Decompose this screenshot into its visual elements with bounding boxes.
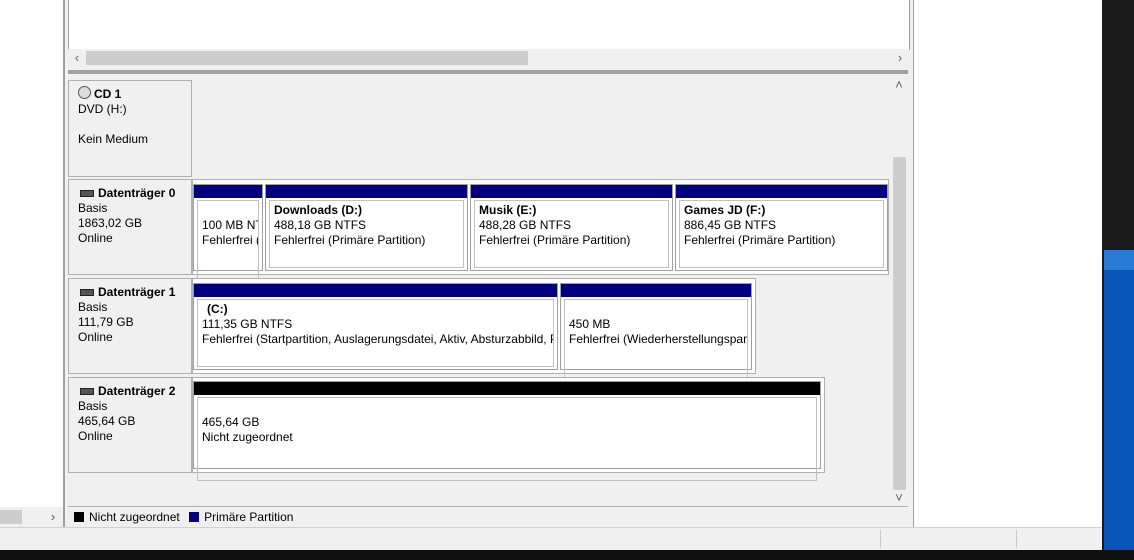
partition-unallocated[interactable]: 465,64 GB Nicht zugeordnet — [193, 381, 821, 481]
legend-label: Nicht zugeordnet — [89, 510, 180, 524]
status-bar — [0, 527, 1102, 551]
partition-type-bar — [676, 185, 887, 198]
legend: Nicht zugeordnet Primäre Partition — [68, 506, 908, 527]
chevron-up-icon[interactable]: ˄ — [892, 77, 906, 92]
partition-size: 100 MB NT — [202, 218, 259, 232]
chevron-right-icon[interactable]: › — [46, 508, 60, 526]
hscroll-thumb[interactable] — [86, 51, 528, 65]
cd-empty-area — [192, 80, 889, 177]
disk-status: Online — [78, 429, 113, 443]
disk-type: Basis — [78, 201, 108, 215]
partition-name: Games JD (F:) — [684, 203, 766, 217]
left-pane — [0, 0, 64, 527]
partition-downloads-d[interactable]: Downloads (D:) 488,18 GB NTFS Fehlerfrei… — [265, 184, 468, 271]
partition-status: Fehlerfrei (Primäre Partition) — [479, 233, 631, 247]
windows-logo-icon — [1104, 250, 1134, 270]
disk-title: Datenträger 0 — [98, 186, 176, 200]
partition-type-bar — [266, 185, 467, 198]
disk-label-1[interactable]: Datenträger 1 Basis 111,79 GB Online — [68, 278, 192, 374]
partition-name: (C:) — [207, 302, 228, 316]
disk-label-2[interactable]: Datenträger 2 Basis 465,64 GB Online — [68, 377, 192, 473]
partition-name: Downloads (D:) — [274, 203, 362, 217]
status-divider — [880, 530, 881, 548]
status-divider — [1016, 530, 1017, 548]
hard-disk-icon — [80, 190, 94, 197]
disk-type: Basis — [78, 399, 108, 413]
disk-type: DVD (H:) — [78, 102, 127, 116]
left-pane-scroll-thumb[interactable] — [0, 510, 22, 524]
partition-status: Fehlerfrei (Startpartition, Auslagerungs… — [202, 332, 554, 346]
vscroll-thumb[interactable] — [893, 157, 906, 490]
disk-status: Online — [78, 330, 113, 344]
cd-drive-icon — [78, 86, 91, 99]
hard-disk-icon — [80, 388, 94, 395]
disk-spacer — [78, 117, 191, 132]
adjacent-window — [914, 0, 1102, 527]
hard-disk-icon — [80, 289, 94, 296]
partition-size: 111,35 GB NTFS — [202, 317, 293, 331]
partition-system-reserved[interactable]: 100 MB NT Fehlerfrei ( — [193, 184, 263, 283]
legend-label: Primäre Partition — [204, 510, 294, 524]
chevron-left-icon[interactable]: ‹ — [70, 50, 84, 66]
desktop-wallpaper — [1104, 250, 1134, 550]
partition-c[interactable]: (C:) 111,35 GB NTFS Fehlerfrei (Startpar… — [193, 283, 558, 370]
disk-status: Online — [78, 231, 113, 245]
partition-size: 465,64 GB — [202, 415, 260, 429]
primary-partition-swatch — [189, 512, 200, 522]
partition-status: Fehlerfrei (Primäre Partition) — [274, 233, 426, 247]
unallocated-swatch — [74, 512, 84, 522]
partition-type-bar — [194, 382, 820, 395]
disk-status: Kein Medium — [78, 132, 149, 146]
partition-type-bar — [561, 284, 751, 297]
chevron-right-icon[interactable]: › — [893, 50, 907, 66]
partition-games-f[interactable]: Games JD (F:) 886,45 GB NTFS Fehlerfrei … — [675, 184, 888, 271]
disk-size: 111,79 GB — [78, 315, 134, 329]
disk-size: 1863,02 GB — [78, 216, 143, 230]
partition-size: 450 MB — [569, 317, 611, 331]
taskbar — [0, 550, 1134, 560]
partition-size: 488,18 GB NTFS — [274, 218, 367, 232]
partition-type-bar — [471, 185, 672, 198]
disk-title: Datenträger 1 — [98, 285, 176, 299]
partition-type-bar — [194, 185, 262, 198]
partition-type-bar — [194, 284, 557, 297]
partition-size: 886,45 GB NTFS — [684, 218, 777, 232]
disk-label-cd1[interactable]: CD 1 DVD (H:) Kein Medium — [68, 80, 192, 177]
disk-title: Datenträger 2 — [98, 384, 176, 398]
partition-name: Musik (E:) — [479, 203, 537, 217]
partition-status: Fehlerfrei (Primäre Partition) — [684, 233, 836, 247]
disk-size: 465,64 GB — [78, 414, 136, 428]
partition-status: Fehlerfrei (Wiederherstellungspart — [569, 332, 748, 346]
chevron-down-icon[interactable]: ˅ — [892, 490, 906, 505]
volume-list-pane — [68, 0, 910, 50]
partition-size: 488,28 GB NTFS — [479, 218, 572, 232]
partition-musik-e[interactable]: Musik (E:) 488,28 GB NTFS Fehlerfrei (Pr… — [470, 184, 673, 271]
partition-status: Fehlerfrei ( — [202, 233, 259, 247]
disk-title: CD 1 — [94, 87, 122, 101]
pane-splitter[interactable] — [68, 70, 908, 74]
disk-label-0[interactable]: Datenträger 0 Basis 1863,02 GB Online — [68, 179, 192, 275]
disk-type: Basis — [78, 300, 108, 314]
partition-status: Nicht zugeordnet — [202, 430, 293, 444]
partition-recovery[interactable]: 450 MB Fehlerfrei (Wiederherstellungspar… — [560, 283, 752, 382]
